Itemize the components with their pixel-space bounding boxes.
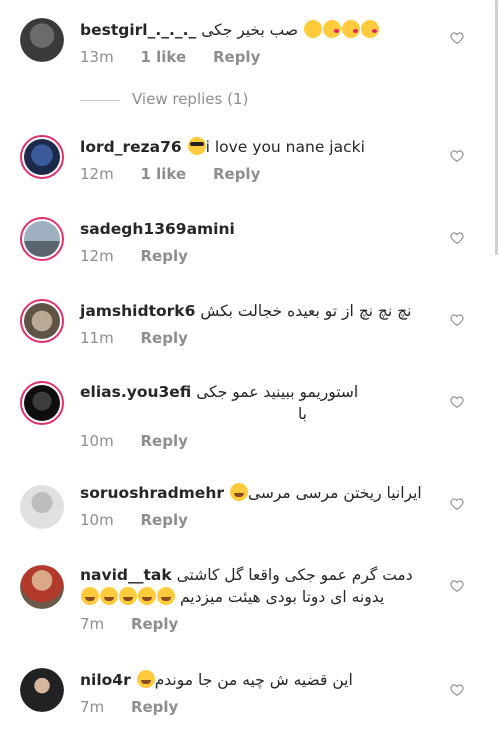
- comment-time: 13m: [80, 48, 114, 66]
- heart-outline-icon[interactable]: [450, 579, 464, 593]
- like-count[interactable]: 1 like: [140, 48, 186, 66]
- reply-button[interactable]: Reply: [213, 48, 260, 66]
- comment-text-continued: با: [297, 405, 307, 423]
- avatar[interactable]: [20, 217, 64, 261]
- comment-text: ایرانیا ریختن مرسی مرسی: [247, 484, 422, 502]
- view-replies-label[interactable]: View replies (1): [132, 90, 248, 108]
- laughing-emoji-icon: [157, 587, 175, 605]
- heart-outline-icon[interactable]: [450, 31, 464, 45]
- avatar[interactable]: [20, 299, 64, 343]
- comment-username[interactable]: jamshidtork6: [80, 302, 195, 320]
- reply-button[interactable]: Reply: [131, 615, 178, 633]
- comment-username[interactable]: navid__tak: [80, 566, 172, 584]
- comment-text: دمت گرم عمو جکی واقعا گل کاشتی: [176, 566, 413, 584]
- comment-time: 12m: [80, 165, 114, 183]
- heart-outline-icon[interactable]: [450, 683, 464, 697]
- smile-emoji-icon: [304, 20, 323, 38]
- divider: [80, 100, 120, 101]
- comment-username[interactable]: bestgirl_._._._: [80, 21, 196, 39]
- kiss-emoji-icon: [342, 20, 361, 38]
- reply-button[interactable]: Reply: [131, 698, 178, 716]
- heart-outline-icon[interactable]: [450, 395, 464, 409]
- reply-button[interactable]: Reply: [140, 329, 187, 347]
- comment-text: استوریمو ببینید عمو جکی: [196, 383, 359, 401]
- heart-outline-icon[interactable]: [450, 149, 464, 163]
- reply-button[interactable]: Reply: [140, 247, 187, 265]
- comment-username[interactable]: soruoshradmehr: [80, 484, 224, 502]
- comment-username[interactable]: elias.you3efi: [80, 383, 191, 401]
- heart-outline-icon[interactable]: [450, 231, 464, 245]
- comment-time: 7m: [80, 615, 105, 633]
- kiss-emoji-icon: [361, 20, 380, 38]
- laughing-emoji-icon: [119, 587, 137, 605]
- avatar[interactable]: [20, 485, 64, 529]
- scrollbar[interactable]: [495, 0, 498, 255]
- heart-outline-icon[interactable]: [450, 313, 464, 327]
- comment-username[interactable]: sadegh1369amini: [80, 220, 235, 238]
- comment-time: 10m: [80, 432, 114, 450]
- reply-button[interactable]: Reply: [213, 165, 260, 183]
- sunglasses-emoji-icon: [187, 137, 206, 155]
- laughing-emoji-icon: [81, 587, 99, 605]
- avatar[interactable]: [20, 381, 64, 425]
- laughing-emoji-icon: [100, 587, 118, 605]
- comment-time: 7m: [80, 698, 105, 716]
- reply-button[interactable]: Reply: [140, 432, 187, 450]
- kiss-emoji-icon: [323, 20, 342, 38]
- avatar[interactable]: [20, 135, 64, 179]
- comment-time: 12m: [80, 247, 114, 265]
- avatar[interactable]: [20, 668, 64, 712]
- like-count[interactable]: 1 like: [140, 165, 186, 183]
- comment-username[interactable]: lord_reza76: [80, 138, 182, 156]
- reply-button[interactable]: Reply: [140, 511, 187, 529]
- laughing-emoji-icon: [229, 483, 248, 501]
- avatar[interactable]: [20, 18, 64, 62]
- avatar[interactable]: [20, 565, 64, 609]
- laughing-emoji-icon: [138, 587, 156, 605]
- comment-text: این قضیه ش چیه من جا موندم: [154, 671, 353, 689]
- comment-text: نچ نچ نچ از تو بعیده خجالت بکش: [200, 302, 412, 320]
- laughing-emoji-icon: [136, 670, 155, 688]
- heart-outline-icon[interactable]: [450, 497, 464, 511]
- comment-text: i love you nane jacki: [205, 138, 365, 156]
- comment-time: 11m: [80, 329, 114, 347]
- comment-username[interactable]: nilo4r: [80, 671, 131, 689]
- comment-text: صب بخیر جکی: [201, 21, 299, 39]
- comment-time: 10m: [80, 511, 114, 529]
- comment-text-continued: یدونه ای دوتا بودی هیئت میزدیم: [179, 588, 385, 606]
